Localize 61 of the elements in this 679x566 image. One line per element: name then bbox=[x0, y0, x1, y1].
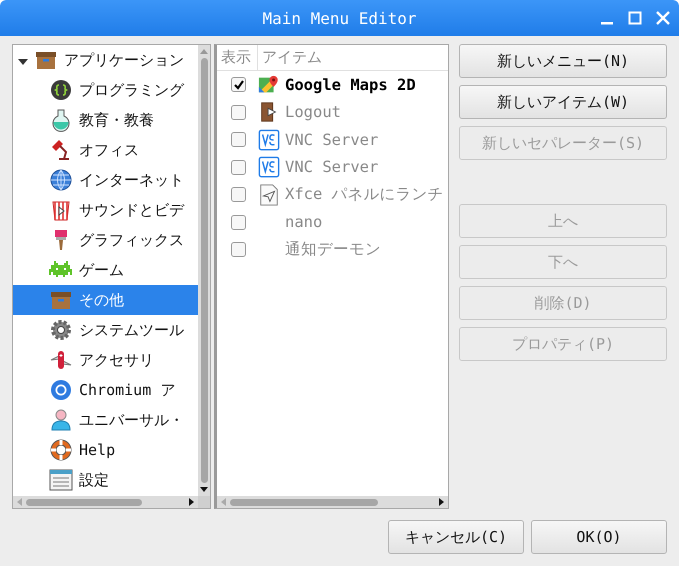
checkbox[interactable] bbox=[231, 104, 246, 120]
letters-logo-icon bbox=[258, 128, 280, 151]
checkbox[interactable] bbox=[231, 214, 246, 230]
scroll-thumb[interactable] bbox=[230, 498, 378, 506]
button[interactable]: 新しいアイテム(W) bbox=[459, 85, 667, 119]
tree-item[interactable]: オフィス bbox=[13, 135, 198, 165]
scroll-right-icon[interactable] bbox=[439, 498, 444, 506]
vertical-scrollbar[interactable] bbox=[198, 45, 210, 496]
tree-item[interactable]: ゲーム bbox=[13, 255, 198, 285]
scroll-left-icon[interactable] bbox=[17, 498, 22, 506]
checkbox[interactable] bbox=[231, 242, 246, 258]
tree-item[interactable]: Help bbox=[13, 435, 198, 465]
item-name[interactable]: Logout bbox=[285, 103, 341, 122]
gear-icon bbox=[49, 318, 73, 342]
tree-item[interactable]: システムツール bbox=[13, 315, 198, 345]
tree-item[interactable]: アクセサリ bbox=[13, 345, 198, 375]
tree-item[interactable]: ユニバーサル・ bbox=[13, 405, 198, 435]
close-icon[interactable] bbox=[655, 10, 671, 26]
item-name[interactable]: VNC Server bbox=[285, 158, 378, 176]
tree-item[interactable]: アプリケーション bbox=[13, 45, 198, 75]
item-name[interactable]: Xfce パネルにランチ bbox=[285, 184, 444, 206]
scroll-thumb[interactable] bbox=[26, 498, 142, 506]
person-icon bbox=[49, 408, 73, 432]
tree-item[interactable]: 設定 bbox=[13, 465, 198, 495]
code-braces-icon bbox=[49, 78, 73, 102]
button[interactable]: OK(O) bbox=[531, 520, 667, 554]
paper-plane-icon bbox=[258, 184, 280, 206]
scroll-up-icon[interactable] bbox=[200, 49, 208, 54]
settings-window-icon bbox=[49, 468, 73, 492]
pocket-knife-icon bbox=[49, 348, 73, 372]
letters-logo-icon bbox=[258, 156, 280, 178]
button[interactable]: 新しいメニュー(N) bbox=[459, 44, 667, 78]
horizontal-scrollbar[interactable] bbox=[217, 496, 448, 508]
column-header[interactable]: アイテム bbox=[258, 45, 328, 70]
ring-icon bbox=[49, 378, 73, 402]
item-name[interactable]: VNC Server bbox=[285, 130, 378, 149]
tree-item[interactable]: 教育・教養 bbox=[13, 105, 198, 135]
tree-item[interactable]: その他 bbox=[13, 285, 198, 315]
globe-icon bbox=[49, 168, 73, 192]
scroll-thumb[interactable] bbox=[200, 58, 208, 483]
item-name[interactable]: nano bbox=[285, 213, 322, 232]
lifebuoy-icon bbox=[49, 438, 73, 462]
checkbox[interactable] bbox=[231, 160, 246, 175]
window-title: Main Menu Editor bbox=[262, 8, 417, 28]
expander-icon[interactable] bbox=[18, 59, 28, 65]
tree-item[interactable]: Chromium ア bbox=[13, 375, 198, 405]
tree-item[interactable]: インターネット bbox=[13, 165, 198, 195]
item-name[interactable]: 通知デーモン bbox=[285, 239, 381, 260]
scrollbar-corner bbox=[198, 496, 210, 508]
checkbox[interactable] bbox=[231, 132, 246, 148]
tree-item[interactable]: サウンドとビデ bbox=[13, 195, 198, 225]
tree-item[interactable]: プログラミング bbox=[13, 75, 198, 105]
item-name[interactable]: Google Maps 2D bbox=[285, 76, 416, 94]
checkbox[interactable] bbox=[231, 187, 246, 202]
maximize-icon[interactable] bbox=[627, 10, 643, 26]
horizontal-scrollbar[interactable] bbox=[13, 496, 210, 508]
scroll-left-icon[interactable] bbox=[221, 498, 226, 506]
tree-item[interactable]: グラフィックス bbox=[13, 225, 198, 255]
column-header[interactable]: 表示 bbox=[217, 45, 258, 70]
checkbox[interactable] bbox=[231, 77, 246, 92]
button[interactable]: キャンセル(C) bbox=[388, 520, 524, 554]
